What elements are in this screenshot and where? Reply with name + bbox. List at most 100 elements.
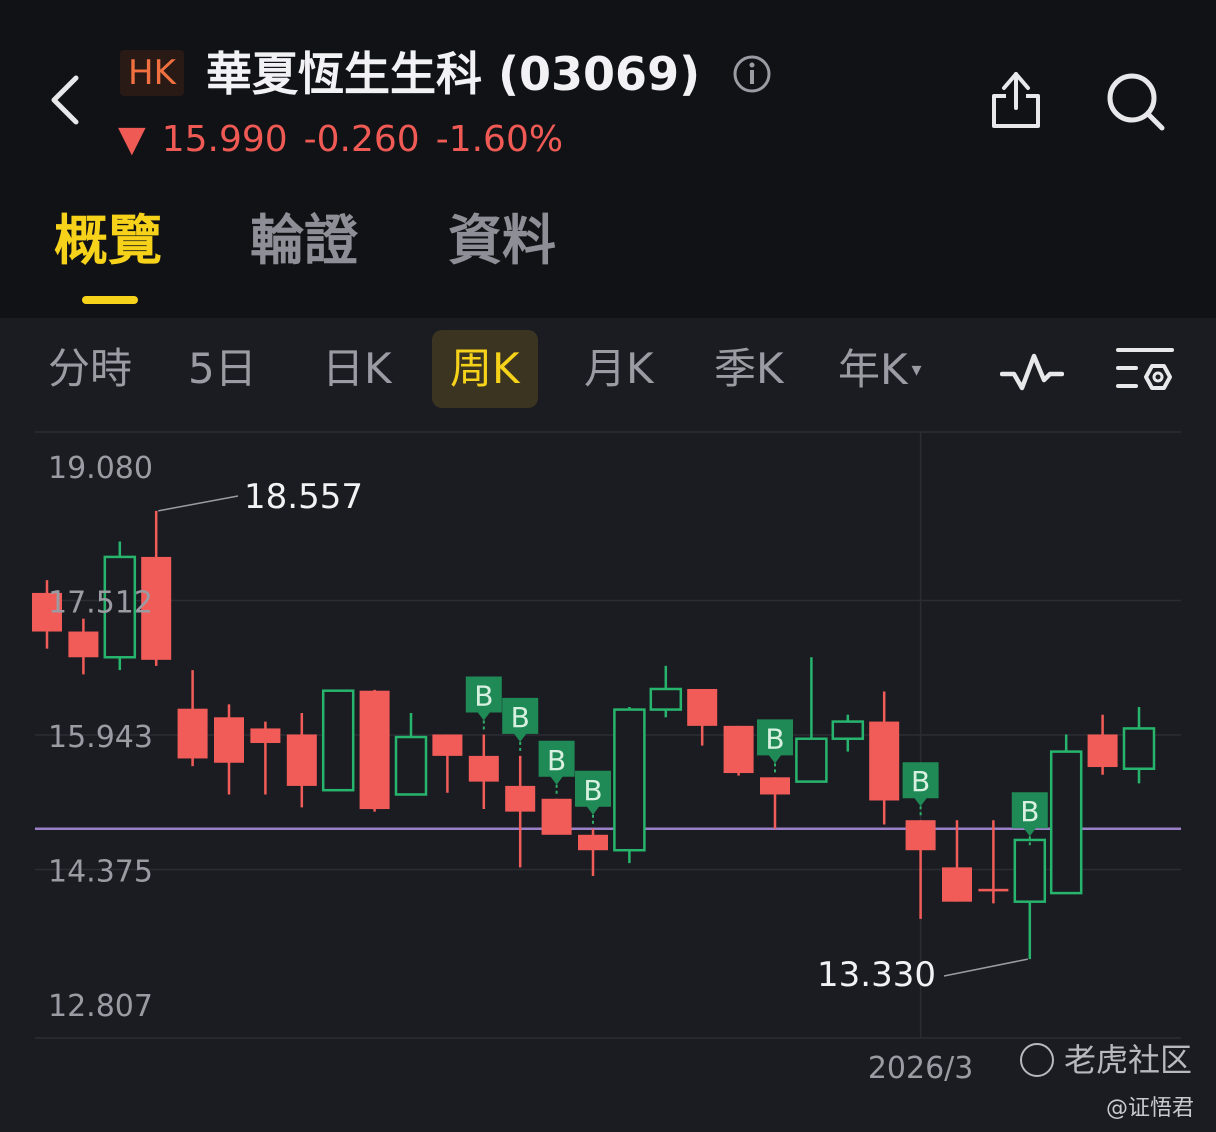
candle [942, 820, 972, 902]
candle [1122, 706, 1156, 784]
candle-body [723, 725, 754, 774]
market-badge: HK [120, 50, 184, 96]
period-monthly[interactable]: 月K [584, 330, 654, 408]
candle-body [1013, 838, 1047, 903]
buy-signal-marker: B [502, 697, 539, 754]
chart-settings-icon[interactable] [1114, 344, 1176, 400]
down-arrow-icon: ▼ [118, 119, 146, 160]
candle-body [250, 728, 281, 744]
candle-body [505, 785, 536, 812]
candle-body [613, 708, 646, 852]
buy-signal-marker: B [538, 740, 575, 797]
buy-marker-label: B [765, 722, 784, 755]
y-tick-label: 12.807 [48, 989, 153, 1024]
candle-body [978, 888, 1009, 892]
share-icon[interactable] [986, 66, 1046, 132]
period-5day[interactable]: 5日 [188, 330, 257, 408]
period-quarterly[interactable]: 季K [714, 330, 784, 408]
low-annotation-label: 13.330 [817, 955, 936, 995]
candle [321, 689, 355, 792]
chevron-left-icon[interactable] [44, 70, 88, 130]
search-icon[interactable] [1104, 70, 1168, 134]
candle [687, 688, 718, 746]
candle [831, 714, 865, 752]
candle [250, 721, 281, 795]
candle-body [869, 721, 900, 801]
candle-body [286, 734, 317, 786]
candle [978, 820, 1009, 904]
candle-body [578, 834, 608, 851]
price-row: ▼ 15.990 -0.260 -1.60% [118, 116, 579, 164]
candle [1087, 714, 1118, 775]
candle [359, 689, 390, 812]
buy-marker-label: B [511, 701, 530, 734]
candle-body [687, 688, 718, 726]
candle [1049, 734, 1083, 895]
main-tabs: 概覽 輪證 資料 [0, 196, 1216, 306]
high-annotation-label: 18.557 [244, 477, 363, 517]
candle [541, 798, 572, 835]
tab-profile[interactable]: 資料 [448, 196, 556, 275]
stock-name: 華夏恆生生科 (03069) [206, 47, 701, 101]
candle-body [905, 820, 936, 851]
period-weekly[interactable]: 周K [432, 330, 538, 408]
indicator-line-icon[interactable] [1000, 350, 1064, 394]
period-yearly-label: 年K [838, 345, 908, 394]
candle-body [432, 734, 463, 756]
candlestick-chart[interactable]: BBBBBBB 19.08017.51215.94314.37512.80720… [0, 410, 1216, 1090]
candle [723, 725, 754, 776]
candle-body [1049, 750, 1083, 895]
candle-body [214, 717, 244, 763]
tab-overview[interactable]: 概覽 [54, 196, 162, 275]
watermark-text: 老虎社区 [1064, 1041, 1193, 1079]
candle-body [942, 867, 972, 902]
buy-signal-marker: B [575, 770, 611, 827]
candle-body [321, 689, 355, 792]
period-intraday[interactable]: 分時 [48, 330, 132, 408]
low-annotation-leader [943, 958, 1028, 977]
candle-body [1087, 734, 1118, 768]
candle [214, 704, 244, 795]
candle [795, 657, 828, 783]
candle [505, 755, 536, 868]
candle-body [359, 690, 390, 810]
buy-marker-label: B [583, 774, 602, 807]
buy-signal-marker: B [465, 676, 502, 733]
y-tick-label: 14.375 [48, 855, 153, 890]
candle [177, 670, 208, 767]
x-tick-label: 2026/3 [868, 1051, 974, 1086]
buy-marker-label: B [547, 744, 566, 777]
candle-body [649, 687, 683, 711]
period-yearly[interactable]: 年K ▾ [838, 330, 922, 408]
candle [649, 665, 683, 718]
candle [760, 777, 790, 829]
candle [468, 734, 499, 810]
candle [432, 734, 463, 793]
price-change: -0.260 [303, 119, 420, 160]
candle-body [795, 737, 828, 783]
candle-body [68, 631, 99, 658]
high-annotation-leader [158, 495, 239, 512]
candle-body [394, 735, 428, 796]
tab-warrants[interactable]: 輪證 [250, 196, 358, 275]
buy-marker-label: B [911, 765, 930, 798]
buy-marker-label: B [1020, 795, 1039, 828]
candle [394, 713, 428, 796]
buy-marker-label: B [474, 679, 493, 712]
last-price: 15.990 [161, 119, 288, 160]
candle-body [1122, 727, 1156, 770]
candle [286, 713, 317, 808]
candle-body [541, 798, 572, 835]
candle [869, 691, 900, 825]
price-change-pct: -1.60% [435, 119, 564, 160]
candle [68, 618, 99, 675]
candle-body [177, 708, 208, 759]
candle [613, 706, 646, 864]
candle-body [468, 755, 499, 782]
info-icon[interactable] [732, 54, 772, 94]
candle [1013, 838, 1047, 960]
candle-body [831, 720, 865, 740]
y-tick-label: 17.512 [48, 585, 153, 620]
tiger-logo-icon [1020, 1043, 1054, 1077]
period-daily[interactable]: 日K [322, 330, 392, 408]
